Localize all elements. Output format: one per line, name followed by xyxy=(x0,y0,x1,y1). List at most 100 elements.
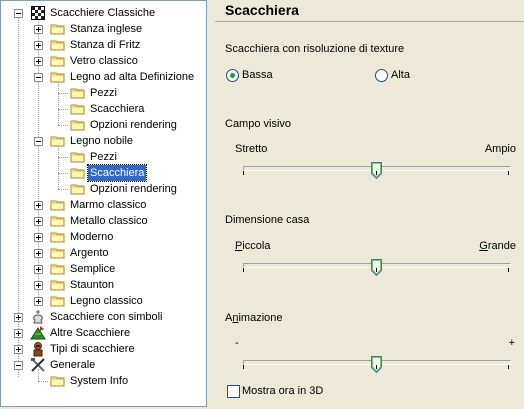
square-slider-thumb[interactable] xyxy=(371,259,382,276)
fov-min-label: Stretto xyxy=(235,143,268,155)
expand-icon[interactable] xyxy=(34,249,43,258)
tree-item-label: Opzioni rendering xyxy=(90,183,177,195)
tree-item-scacchiere-classiche[interactable]: Scacchiere Classiche xyxy=(1,5,206,21)
tree-item-label: Tipi di scacchiere xyxy=(50,343,135,355)
animation-slider-thumb[interactable] xyxy=(371,356,382,373)
folder-icon xyxy=(50,213,66,229)
folder-icon xyxy=(50,293,66,309)
tree-item-label: Legno classico xyxy=(70,295,143,307)
folder-icon xyxy=(50,69,66,85)
folder-icon xyxy=(50,197,66,213)
folder-icon xyxy=(50,245,66,261)
tree-item-metallo-classico[interactable]: Metallo classico xyxy=(1,213,206,229)
texture-resolution-label: Scacchiera con risoluzione di texture xyxy=(225,43,405,55)
tree-item-tipi-di-scacchiere[interactable]: Tipi di scacchiere xyxy=(1,341,206,357)
collapse-icon[interactable] xyxy=(14,9,23,18)
tree-item-opzioni-rendering[interactable]: Opzioni rendering xyxy=(1,117,206,133)
expand-icon[interactable] xyxy=(14,313,23,322)
expand-icon[interactable] xyxy=(34,25,43,34)
tree-item-label: Pezzi xyxy=(90,87,117,99)
tree-item-scacchiere-con-simboli[interactable]: Scacchiere con simboli xyxy=(1,309,206,325)
animation-max-label: + xyxy=(508,337,515,349)
folder-icon xyxy=(70,165,86,181)
expand-icon[interactable] xyxy=(34,281,43,290)
radio-alta-label[interactable]: Alta xyxy=(391,69,410,81)
slider-tick xyxy=(508,268,509,272)
fov-slider-thumb[interactable] xyxy=(371,162,382,179)
tree-item-argento[interactable]: Argento xyxy=(1,245,206,261)
expand-icon[interactable] xyxy=(14,329,23,338)
folder-icon xyxy=(50,53,66,69)
tree-item-altre-scacchiere[interactable]: Altre Scacchiere xyxy=(1,325,206,341)
show-3d-checkbox[interactable] xyxy=(227,385,240,398)
folder-icon xyxy=(50,261,66,277)
show-3d-label[interactable]: Mostra ora in 3D xyxy=(242,385,323,397)
folder-icon xyxy=(50,229,66,245)
folder-icon xyxy=(70,117,86,133)
radio-alta[interactable] xyxy=(375,69,388,82)
tree-item-stanza-inglese[interactable]: Stanza inglese xyxy=(1,21,206,37)
tree-item-label: Pezzi xyxy=(90,151,117,163)
tree-guide-line xyxy=(58,93,68,94)
tree-item-generale[interactable]: Generale xyxy=(1,357,206,373)
collapse-icon[interactable] xyxy=(34,137,43,146)
tree-item-opzioni-rendering[interactable]: Opzioni rendering xyxy=(1,181,206,197)
radio-bassa-label[interactable]: Bassa xyxy=(242,69,273,81)
folder-icon xyxy=(50,133,66,149)
tree-item-label: Metallo classico xyxy=(70,215,148,227)
expand-icon[interactable] xyxy=(34,41,43,50)
folder-icon xyxy=(70,101,86,117)
tree-item-system-info[interactable]: System Info xyxy=(1,373,206,389)
tree-item-pezzi[interactable]: Pezzi xyxy=(1,149,206,165)
tree-item-vetro-classico[interactable]: Vetro classico xyxy=(1,53,206,69)
title-divider xyxy=(215,21,524,22)
tree-item-marmo-classico[interactable]: Marmo classico xyxy=(1,197,206,213)
tree-guide-line xyxy=(58,109,68,110)
options-tree[interactable]: Scacchiere Classiche Stanza inglese Stanza… xyxy=(0,0,207,407)
tree-item-legno-classico[interactable]: Legno classico xyxy=(1,293,206,309)
tree-guide-line xyxy=(58,157,68,158)
collapse-icon[interactable] xyxy=(14,361,23,370)
expand-icon[interactable] xyxy=(34,233,43,242)
tree-item-label: Marmo classico xyxy=(70,199,147,211)
slider-tick xyxy=(243,365,244,369)
expand-icon[interactable] xyxy=(34,201,43,210)
tree-item-label: Scacchiere con simboli xyxy=(50,311,163,323)
tree-item-scacchiera[interactable]: Scacchiera xyxy=(1,164,206,182)
collapse-icon[interactable] xyxy=(34,73,43,82)
folder-icon xyxy=(50,37,66,53)
expand-icon[interactable] xyxy=(34,217,43,226)
expand-icon[interactable] xyxy=(14,345,23,354)
tree-item-label: Moderno xyxy=(70,231,114,243)
tree-item-staunton[interactable]: Staunton xyxy=(1,277,206,293)
tree-item-label: Scacchiera xyxy=(90,103,145,115)
folder-icon xyxy=(50,21,66,37)
fov-max-label: Ampio xyxy=(484,143,516,155)
tree-item-label: System Info xyxy=(70,375,129,387)
tree-item-label: Argento xyxy=(70,247,109,259)
tree-guide-line xyxy=(58,125,68,126)
tree-item-label: Stanza inglese xyxy=(70,23,143,35)
radio-selected-dot xyxy=(230,73,235,78)
expand-icon[interactable] xyxy=(34,265,43,274)
tree-item-legno-nobile[interactable]: Legno nobile xyxy=(1,133,206,149)
tree-item-label: Altre Scacchiere xyxy=(50,327,131,339)
tree-item-legno-ad-alta-definizione[interactable]: Legno ad alta Definizione xyxy=(1,69,206,85)
slider-tick xyxy=(243,171,244,175)
tree-item-scacchiera[interactable]: Scacchiera xyxy=(1,101,206,117)
board-3d-icon xyxy=(30,325,46,341)
slider-tick xyxy=(375,171,377,175)
tree-item-semplice[interactable]: Semplice xyxy=(1,261,206,277)
expand-icon[interactable] xyxy=(34,57,43,66)
tree-item-moderno[interactable]: Moderno xyxy=(1,229,206,245)
tree-item-stanza-di-fritz[interactable]: Stanza di Fritz xyxy=(1,37,206,53)
tree-item-label: Stanza di Fritz xyxy=(70,39,141,51)
tree-guide-line xyxy=(58,189,68,190)
folder-icon xyxy=(50,373,66,389)
tree-item-pezzi[interactable]: Pezzi xyxy=(1,85,206,101)
tree-item-label: Generale xyxy=(50,359,96,371)
folder-icon xyxy=(70,149,86,165)
radio-bassa[interactable] xyxy=(226,69,239,82)
expand-icon[interactable] xyxy=(34,297,43,306)
tree-item-label: Scacchiera xyxy=(86,164,148,182)
